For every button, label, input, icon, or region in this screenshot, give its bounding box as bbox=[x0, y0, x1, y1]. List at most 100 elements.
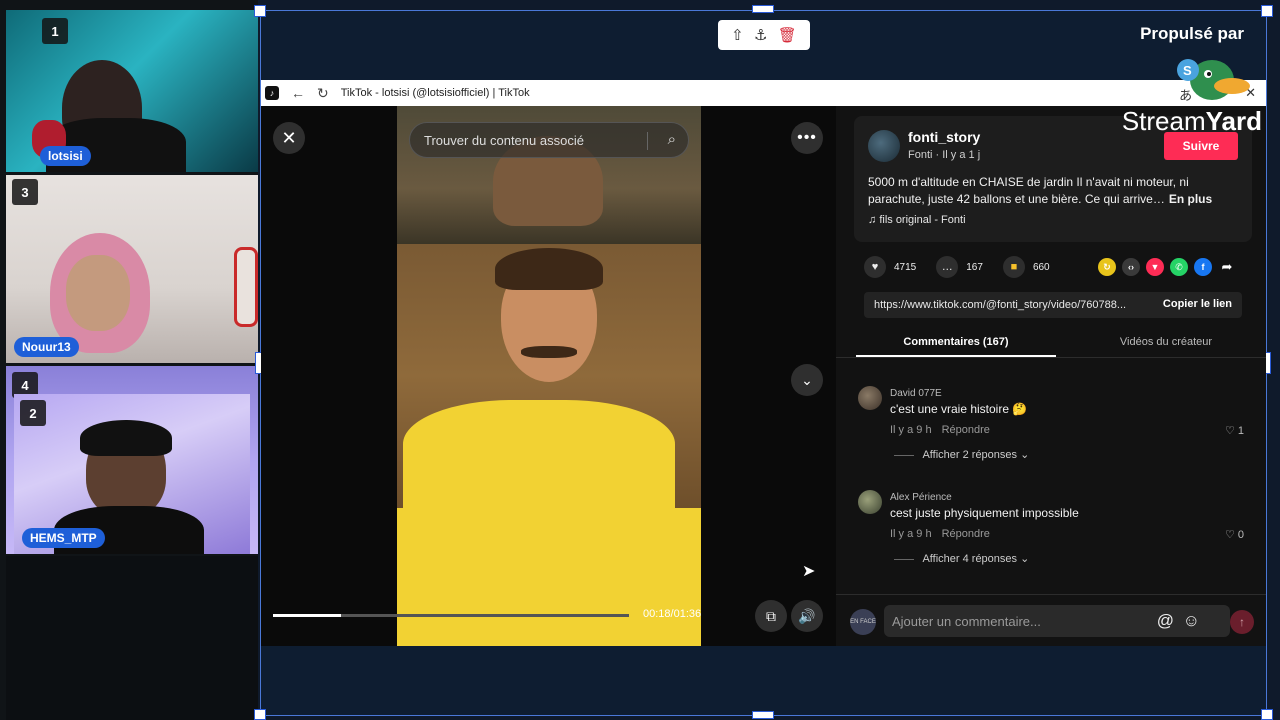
resize-handle[interactable] bbox=[752, 5, 774, 13]
participant-tile-3[interactable]: 3 Nouur13 bbox=[6, 175, 258, 363]
search-icon[interactable]: ⌕ bbox=[668, 131, 676, 148]
inner-tile-number: 2 bbox=[20, 400, 46, 426]
close-video-button[interactable]: ✕ bbox=[273, 122, 305, 154]
comment-text: cest juste physiquement impossible bbox=[890, 506, 1079, 520]
resize-handle[interactable] bbox=[752, 711, 774, 719]
post-link: https://www.tiktok.com/@fonti_story/vide… bbox=[874, 299, 1127, 311]
participant-column: 7 1 lotsisi 3 Nouur13 4 2 HEMS_MTP bbox=[0, 0, 258, 720]
wordmark-part-2: Yard bbox=[1205, 106, 1262, 136]
shirt-shape bbox=[403, 400, 675, 510]
heart-icon[interactable]: ♥ bbox=[864, 256, 886, 278]
mention-icon[interactable]: @ bbox=[1157, 611, 1174, 631]
more-options-button[interactable]: ••• bbox=[791, 122, 823, 154]
send-to-friends-icon[interactable]: ▼ bbox=[1146, 258, 1164, 276]
trash-icon[interactable]: 🗑 bbox=[778, 26, 797, 44]
video-player[interactable] bbox=[397, 106, 701, 646]
comment-author[interactable]: David 077E bbox=[890, 388, 942, 399]
video-frame-bottom bbox=[397, 508, 701, 646]
emoji-icon[interactable]: ☺ bbox=[1183, 611, 1200, 631]
anchor-icon[interactable]: ⚓ bbox=[754, 26, 767, 44]
view-replies-button[interactable]: Afficher 4 réponses ⌄ bbox=[894, 552, 1029, 565]
video-progress-bar[interactable] bbox=[273, 614, 629, 617]
participant-face bbox=[66, 255, 130, 331]
browser-window: ♪ ← ↻ TikTok - lotsisi (@lotsisiofficiel… bbox=[261, 80, 1266, 646]
facebook-icon[interactable]: f bbox=[1194, 258, 1212, 276]
view-replies-label: Afficher 4 réponses bbox=[922, 553, 1018, 565]
avatar: EN FACE bbox=[850, 609, 876, 635]
next-video-button[interactable]: ⌄ bbox=[791, 364, 823, 396]
comment-input[interactable]: Ajouter un commentaire... bbox=[884, 605, 1230, 637]
mouse-cursor-icon: ➤ bbox=[802, 563, 816, 580]
progress-fill bbox=[273, 614, 341, 617]
chevron-down-icon: ⌄ bbox=[1020, 449, 1030, 461]
streamyard-studio: 7 1 lotsisi 3 Nouur13 4 2 HEMS_MTP bbox=[0, 0, 1280, 720]
avatar[interactable] bbox=[868, 130, 900, 162]
hair-shape bbox=[495, 248, 603, 290]
reply-button[interactable]: Répondre bbox=[942, 424, 990, 436]
tiktok-icon: ♪ bbox=[265, 86, 279, 100]
participant-tile-4[interactable]: 4 2 HEMS_MTP bbox=[6, 366, 258, 554]
refresh-icon[interactable]: ↻ bbox=[317, 85, 329, 102]
reply-button[interactable]: Répondre bbox=[942, 528, 990, 540]
repost-icon[interactable]: ↻ bbox=[1098, 258, 1116, 276]
share-row: ↻ ‹› ▼ ✆ f ➦ bbox=[1098, 258, 1236, 276]
copy-link-button[interactable]: Copier le lien bbox=[1163, 298, 1232, 310]
divider bbox=[647, 132, 648, 150]
participant-tile-1[interactable]: 1 lotsisi bbox=[6, 10, 258, 172]
participant-video: 2 HEMS_MTP bbox=[14, 394, 250, 554]
comment-text: c'est une vraie histoire 🤔 bbox=[890, 402, 1028, 416]
comment-composer: EN FACE Ajouter un commentaire... @ ☺ ↑ bbox=[836, 594, 1266, 646]
comment-like[interactable]: ♡ 0 bbox=[1225, 528, 1244, 541]
heart-outline-icon: ♡ bbox=[1224, 529, 1235, 541]
video-area: ✕ Trouver du contenu associé ⌕ ••• ⌄ 00:… bbox=[261, 106, 836, 646]
avatar[interactable] bbox=[858, 490, 882, 514]
resize-handle[interactable] bbox=[1261, 709, 1273, 720]
sound-link[interactable]: ♫ fils original - Fonti bbox=[868, 214, 966, 226]
resize-handle[interactable] bbox=[1261, 5, 1273, 17]
avatar[interactable] bbox=[858, 386, 882, 410]
post-username[interactable]: fonti_story bbox=[908, 129, 980, 145]
share-icon[interactable]: ➦ bbox=[1218, 258, 1236, 276]
pip-button[interactable]: ⧉ bbox=[755, 600, 787, 632]
view-replies-label: Afficher 2 réponses bbox=[922, 449, 1018, 461]
chevron-down-icon: ⌄ bbox=[1020, 553, 1030, 565]
participant-name-tag: Nouur13 bbox=[14, 337, 79, 357]
streamyard-wordmark: StreamYard bbox=[1122, 106, 1262, 137]
bookmark-icon[interactable]: ■ bbox=[1002, 256, 1025, 278]
empty-area bbox=[6, 556, 258, 720]
comment-time: Il y a 9 h bbox=[890, 528, 932, 540]
video-time: 00:18/01:36 bbox=[643, 608, 702, 620]
comment-time: Il y a 9 h bbox=[890, 424, 932, 436]
comment-author[interactable]: Alex Périence bbox=[890, 492, 952, 503]
like-count: 4715 bbox=[894, 261, 917, 273]
back-icon[interactable]: ← bbox=[291, 85, 305, 101]
comment-count: 167 bbox=[966, 261, 983, 273]
participant-name-tag: lotsisi bbox=[40, 146, 91, 166]
description-text: 5000 m d'altitude en CHAISE de jardin Il… bbox=[868, 175, 1189, 206]
tab-comments[interactable]: Commentaires (167) bbox=[856, 328, 1056, 357]
post-panel: fonti_story Fonti · Il y a 1 j Suivre 50… bbox=[836, 106, 1266, 646]
participant-name-tag: HEMS_MTP bbox=[22, 528, 105, 548]
tab-creator-videos[interactable]: Vidéos du créateur bbox=[1066, 328, 1266, 357]
embed-icon[interactable]: ‹› bbox=[1122, 258, 1140, 276]
resize-handle[interactable] bbox=[254, 5, 266, 17]
search-input[interactable]: Trouver du contenu associé ⌕ bbox=[409, 122, 689, 158]
volume-button[interactable]: 🔊 bbox=[791, 600, 823, 632]
post-actions: ♥ 4715 … 167 ■ 660 bbox=[864, 256, 1062, 278]
music-note-icon: ♫ bbox=[868, 214, 877, 226]
move-up-icon[interactable]: ⇧ bbox=[731, 26, 744, 44]
comment-like[interactable]: ♡ 1 bbox=[1225, 424, 1244, 437]
post-description: 5000 m d'altitude en CHAISE de jardin Il… bbox=[868, 174, 1242, 208]
whatsapp-icon[interactable]: ✆ bbox=[1170, 258, 1188, 276]
send-comment-button[interactable]: ↑ bbox=[1230, 610, 1254, 634]
comment-meta: Il y a 9 h Répondre bbox=[890, 424, 990, 436]
tile-number: 3 bbox=[12, 179, 38, 205]
view-replies-button[interactable]: Afficher 2 réponses ⌄ bbox=[894, 448, 1029, 461]
see-more-link[interactable]: En plus bbox=[1169, 192, 1212, 206]
wordmark-part-1: Stream bbox=[1121, 106, 1206, 136]
resize-handle[interactable] bbox=[254, 709, 266, 720]
svg-text:S: S bbox=[1183, 63, 1192, 78]
sound-name: fils original - Fonti bbox=[879, 214, 966, 226]
browser-titlebar: ♪ ← ↻ TikTok - lotsisi (@lotsisiofficiel… bbox=[261, 80, 1266, 106]
comment-icon[interactable]: … bbox=[936, 256, 959, 278]
